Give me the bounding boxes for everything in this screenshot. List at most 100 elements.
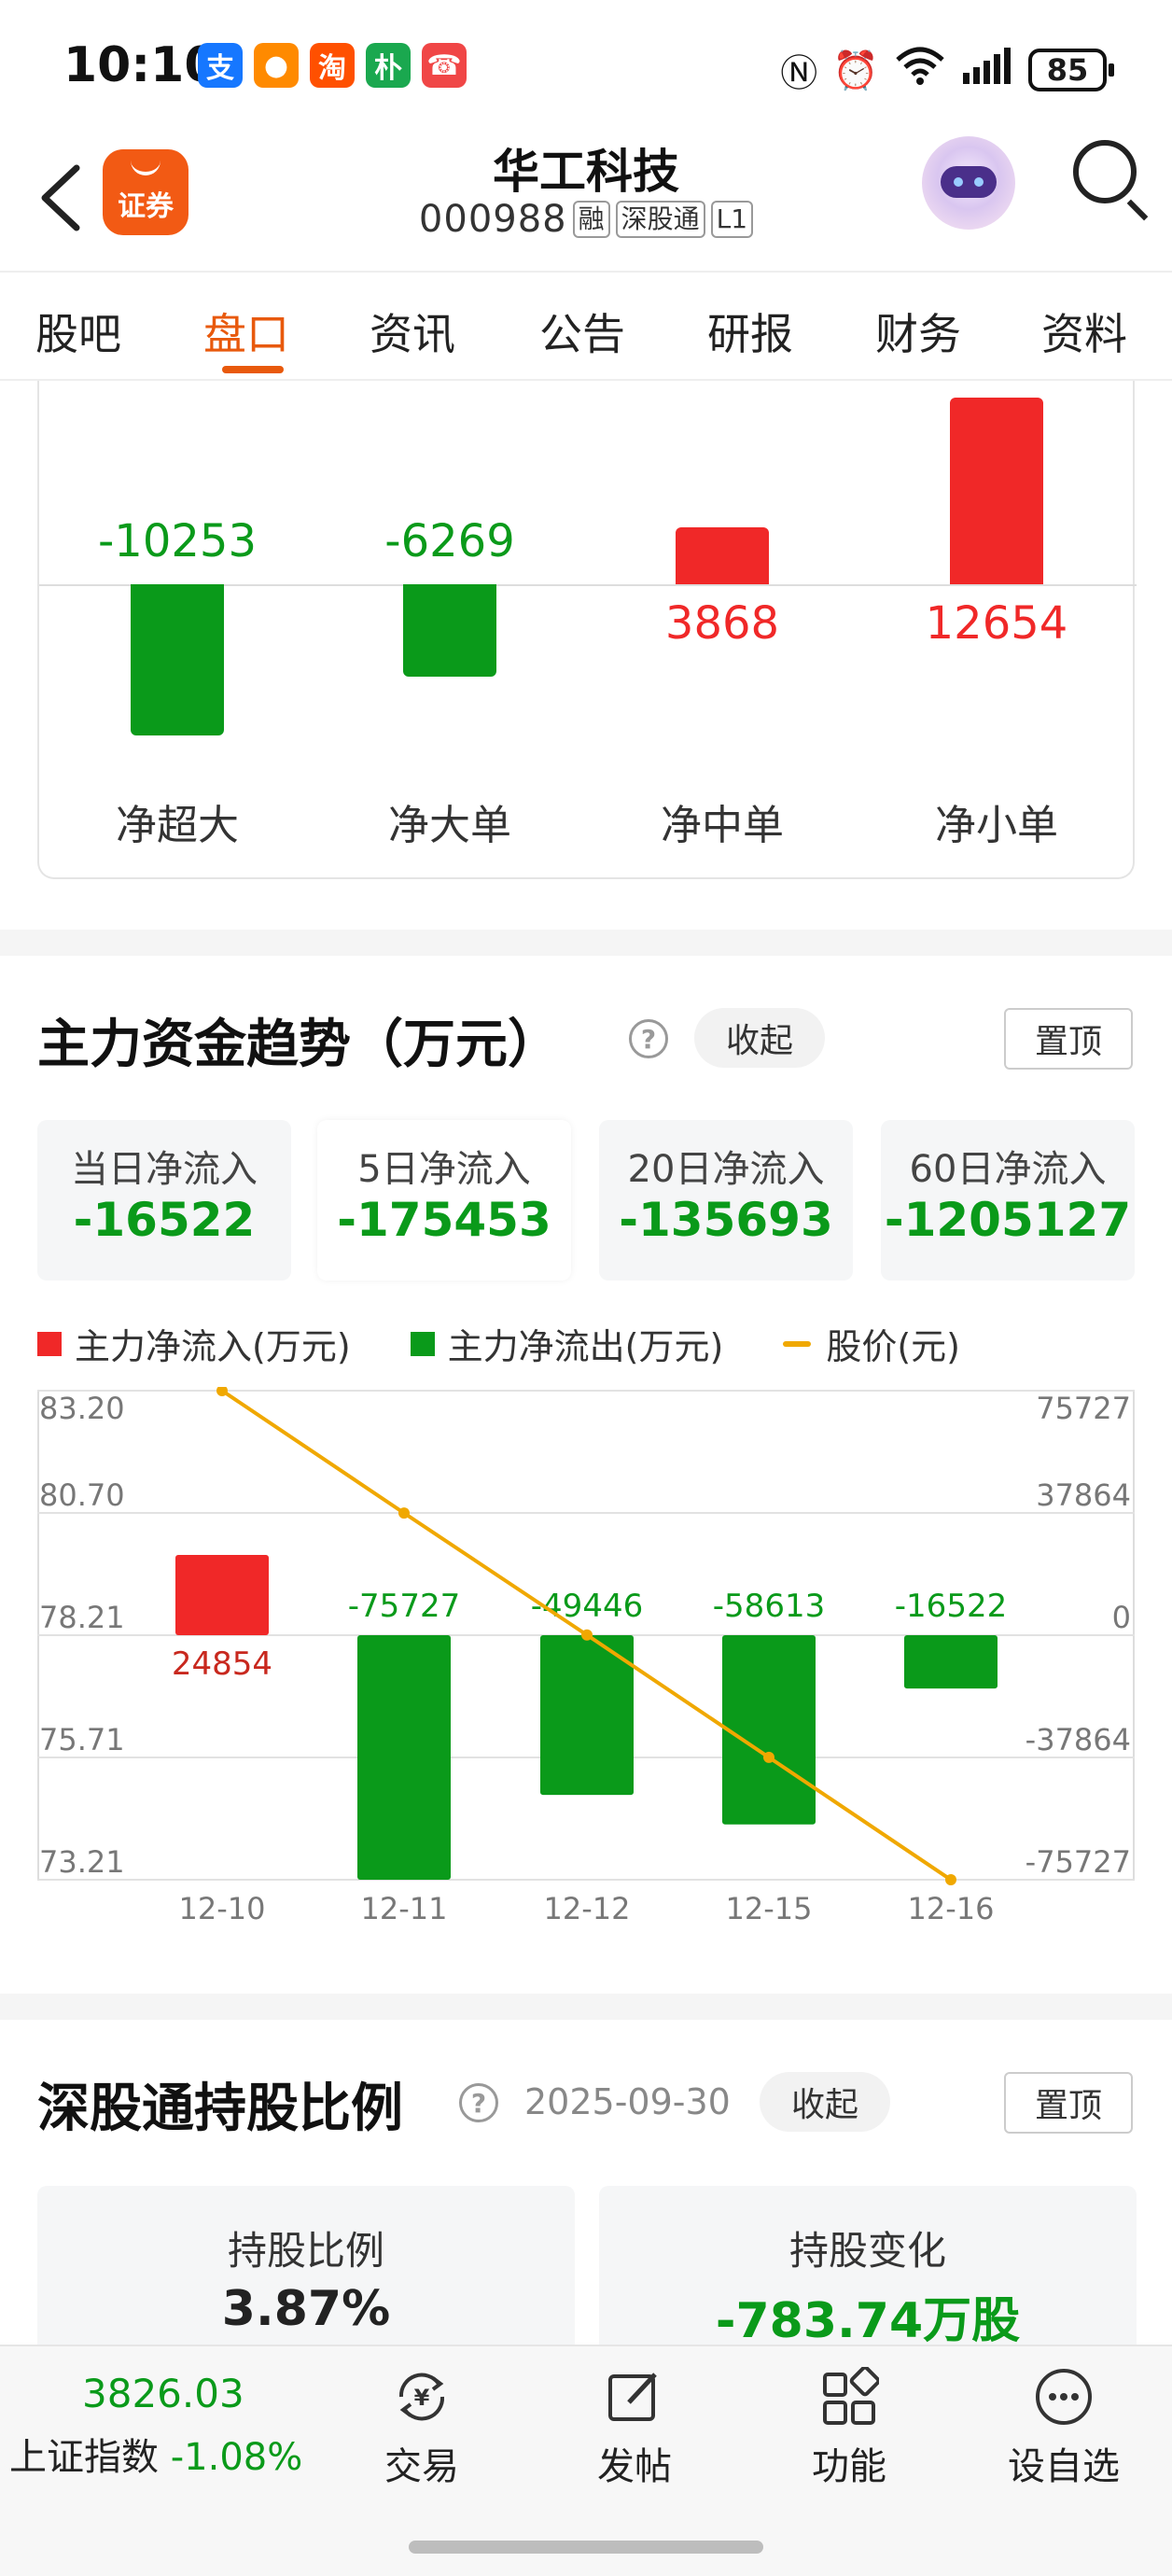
tab-guba[interactable]: 股吧	[35, 301, 121, 362]
svg-text:¥: ¥	[414, 2385, 430, 2411]
legend-line-swatch	[783, 1340, 812, 1347]
price-point	[945, 1874, 956, 1885]
level-tag: L1	[710, 201, 754, 238]
grid-icon	[819, 2365, 881, 2427]
connect-tag: 深股通	[615, 201, 705, 238]
notification-icons: 支 ● 淘 朴 ☎	[198, 43, 467, 88]
search-icon[interactable]	[1073, 140, 1137, 203]
flow-bar	[131, 584, 224, 736]
flow-bar	[403, 584, 496, 678]
legend-outflow: 主力净流出(万元)	[410, 1318, 724, 1369]
left-tick-label: 83.20	[39, 1391, 125, 1426]
pupu-icon: 朴	[366, 43, 411, 88]
holding-ratio-box: 持股比例 3.87%	[37, 2186, 575, 2345]
left-tick-label: 75.71	[39, 1722, 125, 1757]
legend-green-swatch	[410, 1331, 435, 1356]
tab-finance[interactable]: 财务	[875, 301, 961, 362]
tab-bar: 股吧 盘口 资讯 公告 研报 财务 资料	[0, 271, 1172, 381]
holding-ratio-value: 3.87%	[221, 2281, 391, 2337]
chat-app-icon: ●	[254, 43, 299, 88]
right-tick-label: 75727	[1036, 1391, 1131, 1426]
home-indicator[interactable]	[409, 2541, 763, 2554]
flow-category-label: 净小单	[935, 802, 1058, 849]
x-tick-label: 12-11	[361, 1891, 448, 1926]
price-point	[398, 1507, 410, 1519]
flow-value-label: -10253	[97, 515, 257, 567]
x-tick-label: 12-10	[179, 1891, 266, 1926]
system-icons: Ⓝ ⏰ 85	[780, 43, 1114, 97]
stat-value: -175453	[337, 1193, 551, 1247]
trend-title: 主力资金趋势（万元）	[37, 1015, 560, 1075]
alipay-icon: 支	[198, 43, 243, 88]
flow-value-label: 12654	[925, 597, 1068, 650]
missed-call-icon: ☎	[422, 43, 467, 88]
trend-pin-button[interactable]: 置顶	[1004, 1008, 1133, 1070]
chart-legend: 主力净流入(万元) 主力净流出(万元) 股价(元)	[37, 1318, 1020, 1369]
bar-value-label: -58613	[713, 1588, 825, 1625]
flow-category-label: 净大单	[388, 802, 511, 849]
holding-ratio-label: 持股比例	[227, 2228, 384, 2274]
section-divider	[0, 930, 1172, 956]
stat-label: 5日净流入	[357, 1148, 531, 1191]
nav-label: 发帖	[597, 2445, 672, 2488]
nav-label: 设自选	[1008, 2445, 1120, 2488]
legend-label: 主力净流出(万元)	[447, 1326, 724, 1367]
legend-label: 股价(元)	[826, 1326, 960, 1367]
trend-collapse-button[interactable]: 收起	[694, 1008, 825, 1068]
ai-assistant-icon[interactable]	[922, 136, 1015, 230]
tab-pankou[interactable]: 盘口	[203, 301, 289, 362]
stock-header: 证券 华工科技 000988 融 深股通 L1	[0, 131, 1172, 271]
x-tick-label: 12-15	[726, 1891, 813, 1926]
holding-title: 深股通持股比例	[37, 2079, 403, 2139]
stat-20day[interactable]: 20日净流入 -135693	[599, 1120, 853, 1281]
flow-value-label: 3868	[664, 597, 780, 650]
trend-bar	[357, 1635, 451, 1880]
nav-add-watchlist[interactable]: 设自选	[970, 2367, 1157, 2490]
tab-announcements[interactable]: 公告	[539, 301, 625, 362]
x-tick-label: 12-12	[544, 1891, 631, 1926]
help-icon[interactable]: ?	[459, 2083, 498, 2122]
holding-change-box: 持股变化 -783.74万股	[599, 2186, 1137, 2349]
nav-trade[interactable]: ¥ 交易	[328, 2367, 515, 2490]
edit-icon	[605, 2367, 664, 2427]
holding-change-value: -783.74万股	[715, 2293, 1021, 2349]
tab-research[interactable]: 研报	[707, 301, 793, 362]
tab-profile[interactable]: 资料	[1041, 301, 1127, 362]
left-tick-label: 73.21	[39, 1844, 125, 1880]
legend-inflow: 主力净流入(万元)	[37, 1318, 351, 1369]
holding-pin-button[interactable]: 置顶	[1004, 2072, 1133, 2134]
left-tick-label: 78.21	[39, 1600, 125, 1635]
stat-5day[interactable]: 5日净流入 -175453	[317, 1120, 571, 1281]
flow-category-label: 净中单	[661, 802, 784, 849]
right-tick-label: -37864	[1026, 1722, 1131, 1757]
nav-post[interactable]: 发帖	[541, 2367, 728, 2490]
bar-value-label: 24854	[172, 1645, 272, 1683]
stat-60day[interactable]: 60日净流入 -1205127	[881, 1120, 1135, 1281]
stat-label: 当日净流入	[71, 1148, 258, 1191]
flow-bar	[676, 526, 769, 584]
legend-red-swatch	[37, 1331, 62, 1356]
flow-value-label: -6269	[384, 515, 515, 567]
right-tick-label: 37864	[1036, 1477, 1131, 1513]
holding-date: 2025-09-30	[524, 2081, 731, 2122]
holding-collapse-button[interactable]: 收起	[760, 2072, 890, 2132]
section-divider	[0, 1994, 1172, 2020]
clock: 10:10	[63, 37, 218, 93]
taobao-icon: 淘	[310, 43, 355, 88]
stock-code: 000988	[418, 198, 567, 241]
wifi-icon	[894, 45, 946, 95]
stat-value: -135693	[619, 1193, 833, 1247]
battery-icon: 85	[1028, 49, 1114, 91]
active-tab-indicator	[222, 366, 284, 373]
stat-value: -1205127	[884, 1193, 1132, 1247]
index-value: 3826.03	[82, 2371, 244, 2416]
margin-tag: 融	[572, 201, 610, 238]
stat-label: 60日净流入	[909, 1148, 1107, 1191]
stat-today[interactable]: 当日净流入 -16522	[37, 1120, 291, 1281]
help-icon[interactable]: ?	[629, 1019, 668, 1058]
nav-functions[interactable]: 功能	[756, 2365, 942, 2490]
trend-bar	[175, 1555, 269, 1635]
tab-news[interactable]: 资讯	[370, 301, 455, 362]
flow-bar	[950, 398, 1043, 584]
bar-value-label: -75727	[348, 1588, 460, 1625]
